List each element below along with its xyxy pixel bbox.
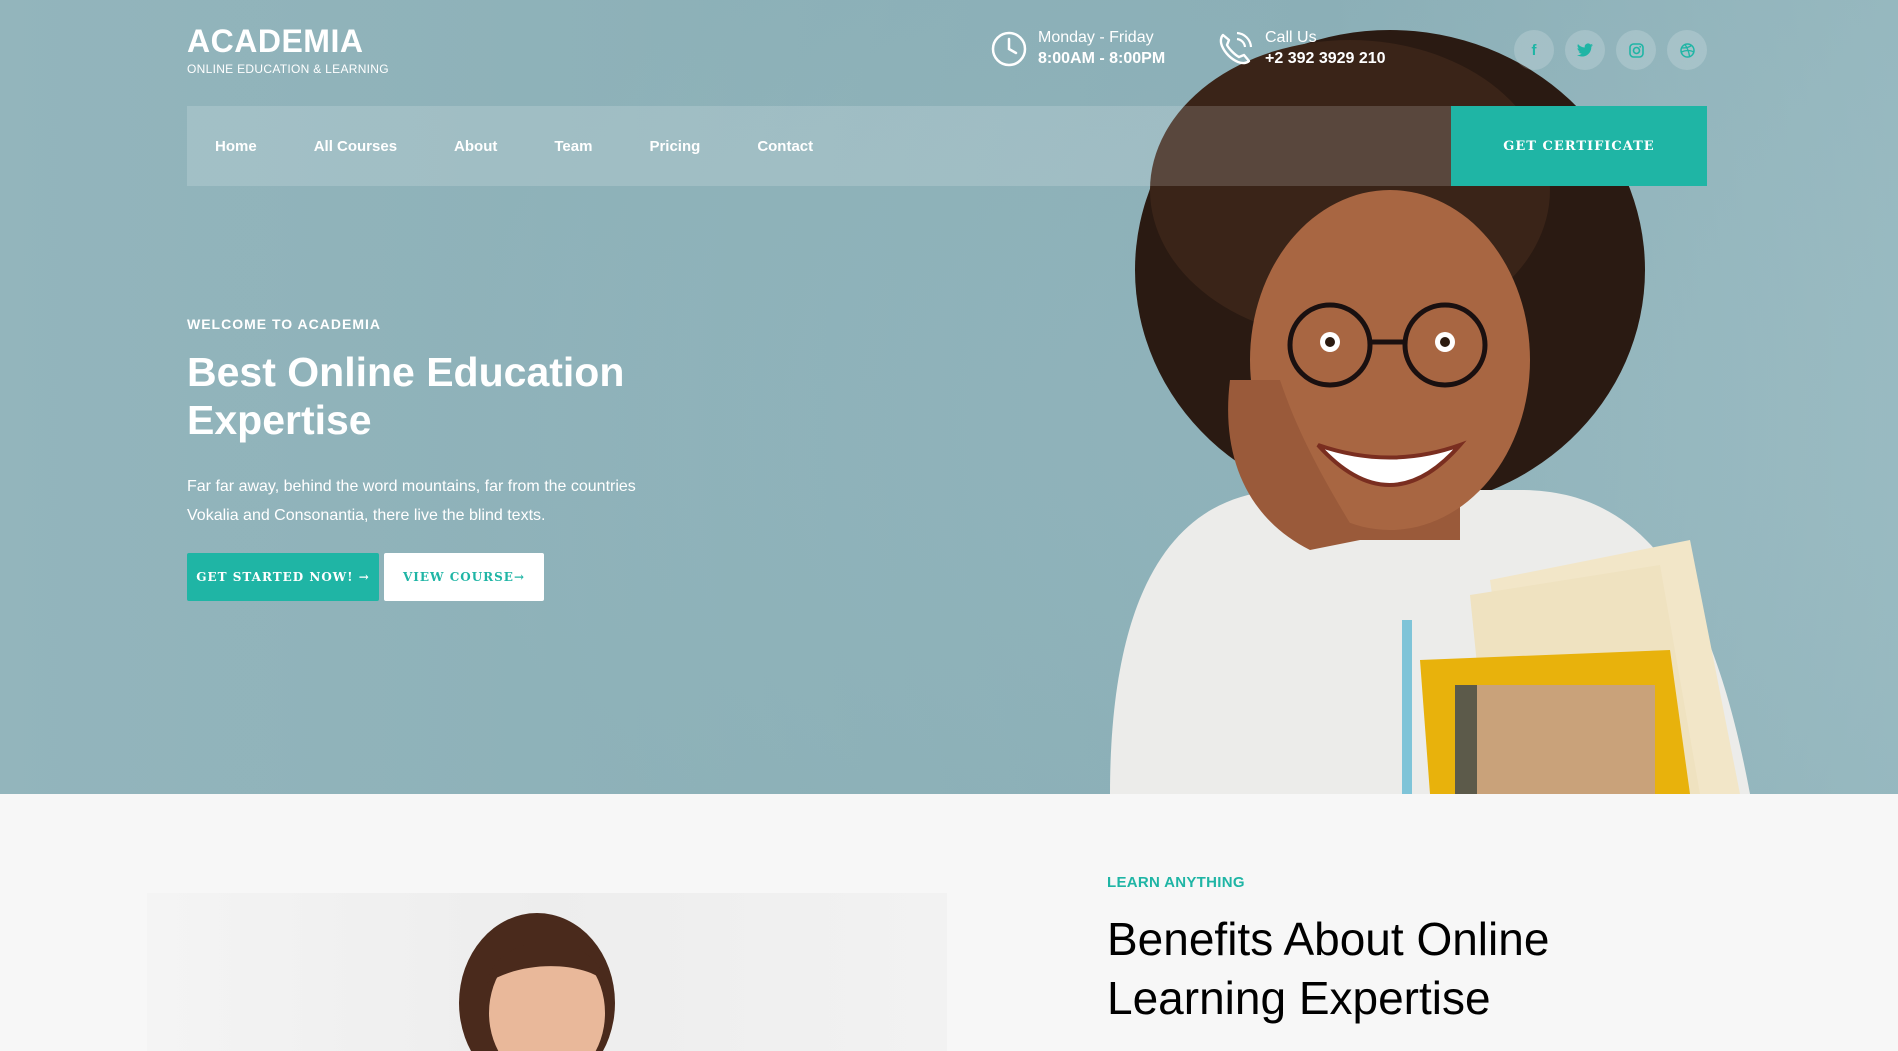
get-started-button[interactable]: GET STARTED NOW! →	[187, 553, 379, 601]
dribbble-icon[interactable]	[1667, 30, 1707, 70]
brand-name[interactable]: ACADEMIA	[187, 22, 389, 60]
hero-title: Best Online Education Expertise	[187, 349, 625, 443]
twitter-icon[interactable]	[1565, 30, 1605, 70]
social-links: f	[1514, 30, 1707, 70]
nav-item-pricing[interactable]: Pricing	[649, 138, 700, 155]
nav-item-all-courses[interactable]: All Courses	[314, 138, 397, 155]
hours-label: Monday - Friday	[1038, 29, 1154, 46]
hero-lead: Far far away, behind the word mountains,…	[187, 478, 636, 524]
hero-section: ACADEMIA ONLINE EDUCATION & LEARNING Mon…	[0, 0, 1898, 794]
main-nav: Home All Courses About Team Pricing Cont…	[187, 106, 1451, 186]
facebook-icon[interactable]: f	[1514, 30, 1554, 70]
clock-icon	[991, 31, 1027, 67]
hours-value: 8:00AM - 8:00PM	[1038, 50, 1166, 67]
benefits-title: Benefits About Online Learning Expertise	[1107, 913, 1550, 1024]
nav-item-about[interactable]: About	[454, 138, 497, 155]
benefits-kicker: LEARN ANYTHING	[1107, 874, 1245, 891]
phone-icon	[1219, 31, 1253, 65]
call-us[interactable]: Call Us +2 392 3929 210	[1215, 28, 1386, 70]
hero-kicker: WELCOME TO ACADEMIA	[187, 316, 381, 332]
woman-photo	[459, 913, 615, 1051]
nav-item-home[interactable]: Home	[215, 138, 257, 155]
about-image	[147, 893, 947, 1051]
get-certificate-button[interactable]: GET CERTIFICATE	[1451, 106, 1707, 186]
brand-tagline: ONLINE EDUCATION & LEARNING	[187, 62, 389, 76]
view-course-button[interactable]: VIEW COURSE→	[384, 553, 544, 601]
nav-item-contact[interactable]: Contact	[757, 138, 813, 155]
call-number[interactable]: +2 392 3929 210	[1265, 48, 1386, 70]
call-label: Call Us	[1265, 29, 1317, 46]
brand[interactable]: ACADEMIA ONLINE EDUCATION & LEARNING	[187, 22, 389, 76]
business-hours: Monday - Friday 8:00AM - 8:00PM	[990, 28, 1165, 70]
nav-item-team[interactable]: Team	[554, 138, 592, 155]
instagram-icon[interactable]	[1616, 30, 1656, 70]
